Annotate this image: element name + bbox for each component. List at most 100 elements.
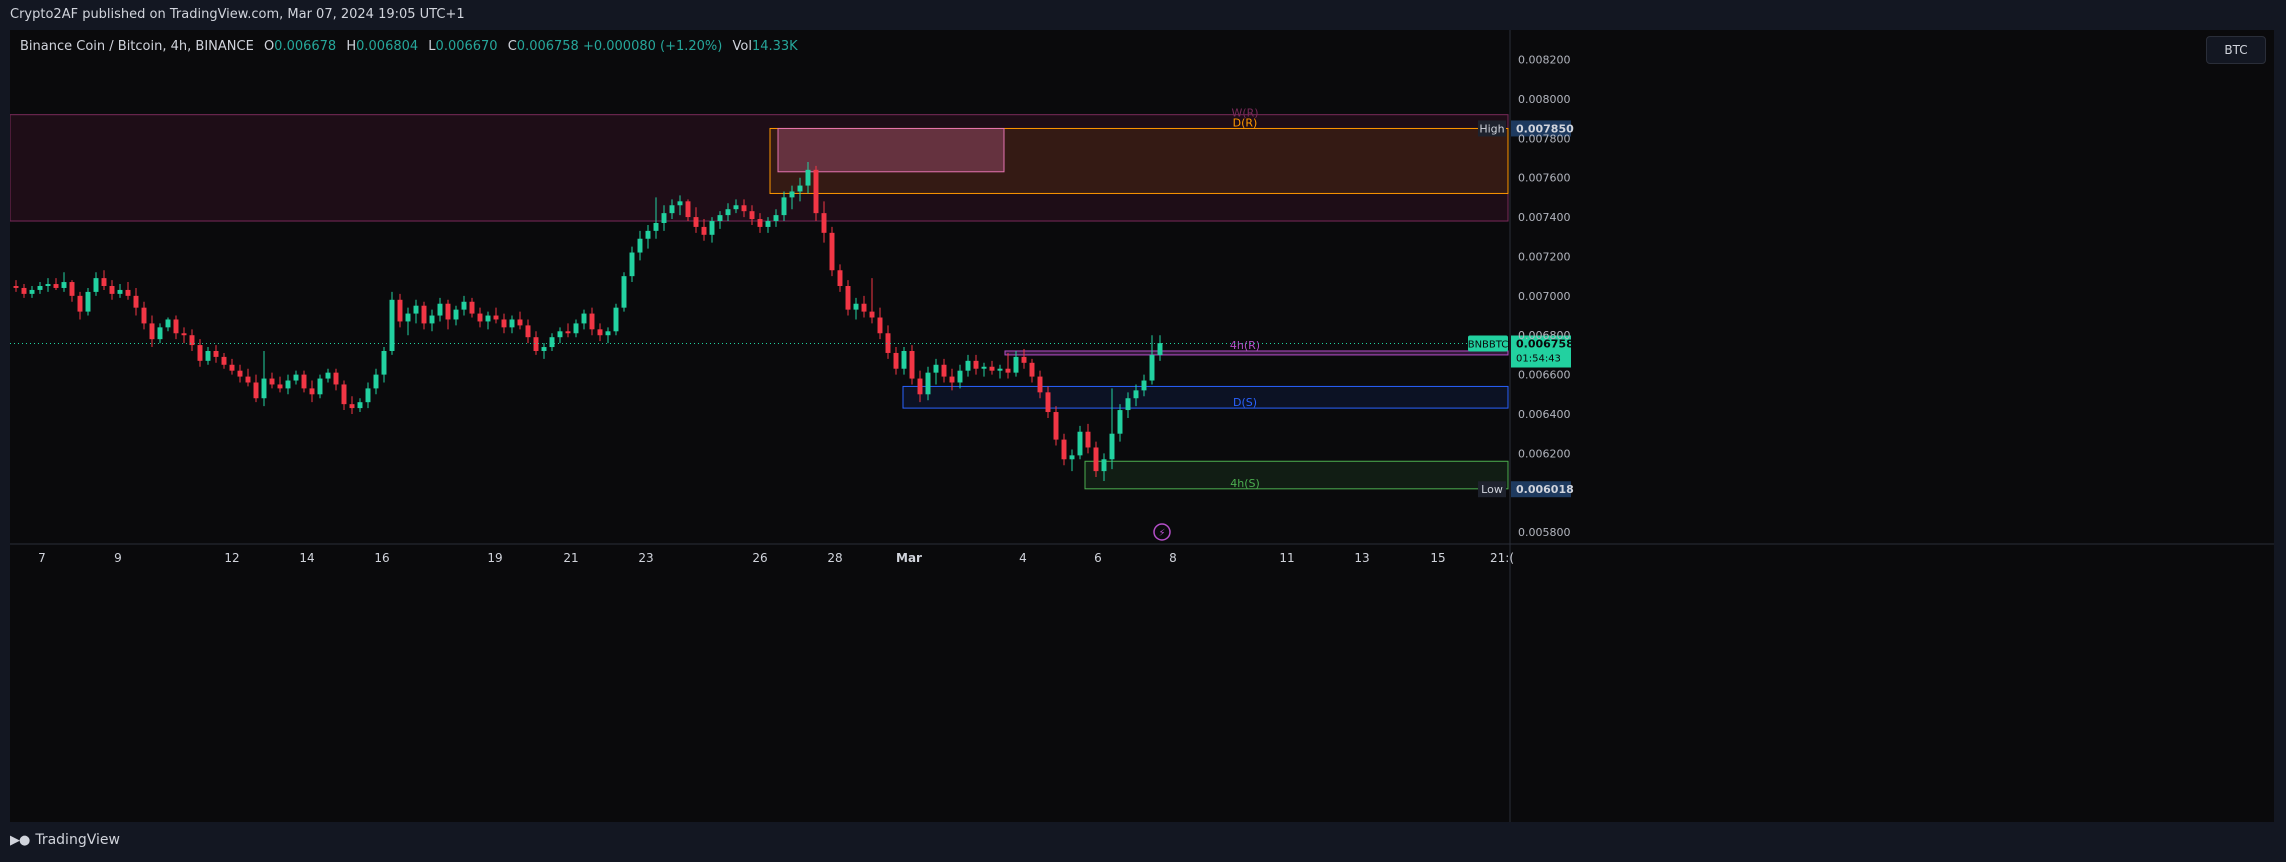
- candle-body: [1061, 439, 1067, 460]
- candle-body: [373, 374, 379, 389]
- candle-body: [517, 319, 523, 326]
- candle-body: [797, 185, 803, 192]
- x-tick-label: 12: [224, 551, 239, 565]
- candle-body: [229, 364, 235, 371]
- candle-body: [685, 201, 691, 218]
- candle-body: [789, 191, 795, 198]
- candle-body: [341, 384, 347, 405]
- candle-body: [533, 337, 539, 351]
- candle-body: [1045, 392, 1051, 413]
- candle-body: [397, 299, 403, 322]
- candle-body: [109, 286, 115, 294]
- y-tick-label: 0.007800: [1518, 132, 1571, 145]
- brand-name: TradingView: [35, 832, 120, 848]
- candle-body: [941, 364, 947, 377]
- candle-body: [429, 315, 435, 324]
- candle-body: [949, 376, 955, 383]
- y-tick-label: 0.006400: [1518, 408, 1571, 421]
- candle-body: [557, 331, 563, 338]
- candle-body: [1013, 356, 1019, 373]
- candle-body: [1053, 412, 1059, 440]
- tradingview-logo-icon: ▶●: [10, 832, 30, 848]
- candle-body: [421, 305, 427, 324]
- zone-label: D(S): [1233, 396, 1257, 409]
- candle-body: [509, 319, 515, 328]
- candle-body: [381, 350, 387, 375]
- candle-body: [1133, 390, 1139, 399]
- candle-body: [653, 222, 659, 231]
- y-tick-label: 0.007600: [1518, 172, 1571, 185]
- candle-body: [253, 382, 259, 399]
- candle-body: [581, 313, 587, 324]
- candle-body: [1093, 447, 1099, 472]
- low-marker-tag-text: Low: [1481, 483, 1503, 496]
- candle-body: [709, 221, 715, 235]
- candle-body: [53, 284, 59, 288]
- candle-body: [173, 319, 179, 334]
- candle-body: [853, 303, 859, 310]
- candle-body: [157, 327, 163, 340]
- candle-body: [821, 213, 827, 233]
- y-tick-label: 0.007000: [1518, 290, 1571, 303]
- vol-value: 14.33K: [751, 39, 798, 54]
- symbol-title[interactable]: Binance Coin / Bitcoin, 4h, BINANCE: [20, 39, 254, 54]
- x-tick-label: Mar: [896, 551, 922, 565]
- candle-body: [957, 370, 963, 383]
- candle-body: [1077, 431, 1083, 456]
- close-value: 0.006758: [516, 39, 579, 54]
- candle-body: [813, 169, 819, 214]
- candle-body: [165, 319, 171, 328]
- resistance-block: [777, 127, 1005, 173]
- candle-body: [117, 289, 123, 294]
- candle-body: [877, 317, 883, 334]
- x-tick-label: 9: [114, 551, 122, 565]
- candle-body: [29, 289, 35, 294]
- candle-body: [1021, 356, 1027, 363]
- x-tick-label: 15: [1430, 551, 1445, 565]
- candle-body: [205, 350, 211, 361]
- x-tick-label: 26: [752, 551, 767, 565]
- x-tick-label: 14: [299, 551, 314, 565]
- candle-body: [45, 284, 51, 286]
- low-value: 0.006670: [435, 39, 498, 54]
- candle-body: [477, 313, 483, 322]
- candle-body: [1069, 455, 1075, 460]
- y-tick-label: 0.008000: [1518, 93, 1571, 106]
- footer-brand[interactable]: ▶● TradingView: [10, 832, 120, 848]
- candle-body: [349, 404, 355, 409]
- x-tick-label: 19: [487, 551, 502, 565]
- candle-body: [77, 295, 83, 312]
- candle-body: [469, 301, 475, 314]
- candle-body: [901, 350, 907, 369]
- x-tick-label: 8: [1169, 551, 1177, 565]
- open-value: 0.006678: [274, 39, 337, 54]
- change-value: +0.000080 (+1.20%): [582, 39, 723, 54]
- candle-body: [701, 226, 707, 235]
- price-chart[interactable]: W(R)D(R)4h(R)D(S)4h(S)High 0.007850Low 0.0…: [10, 30, 2274, 822]
- candle-body: [1125, 398, 1131, 411]
- candle-body: [101, 278, 107, 286]
- candle-body: [893, 352, 899, 369]
- candle-body: [749, 211, 755, 220]
- y-tick-label: 0.005800: [1518, 526, 1571, 539]
- symbol-tag-text: BNBBTC: [1468, 340, 1509, 351]
- x-tick-label: 7: [38, 551, 46, 565]
- candle-body: [917, 378, 923, 395]
- x-tick-label: 6: [1094, 551, 1102, 565]
- candle-body: [37, 286, 43, 290]
- x-tick-label: 21: [563, 551, 578, 565]
- x-tick-label: 16: [374, 551, 389, 565]
- candle-body: [197, 345, 203, 361]
- y-tick-label: 0.007400: [1518, 211, 1571, 224]
- candle-body: [837, 270, 843, 286]
- currency-button[interactable]: BTC: [2206, 36, 2266, 64]
- candle-body: [1029, 362, 1035, 377]
- candle-body: [677, 201, 683, 206]
- candle-body: [757, 219, 763, 227]
- candle-body: [637, 238, 643, 253]
- candle-body: [293, 374, 299, 381]
- candle-body: [125, 289, 131, 296]
- countdown-text: 01:54:43: [1516, 354, 1561, 365]
- candle-body: [181, 333, 187, 336]
- candle-body: [285, 380, 291, 389]
